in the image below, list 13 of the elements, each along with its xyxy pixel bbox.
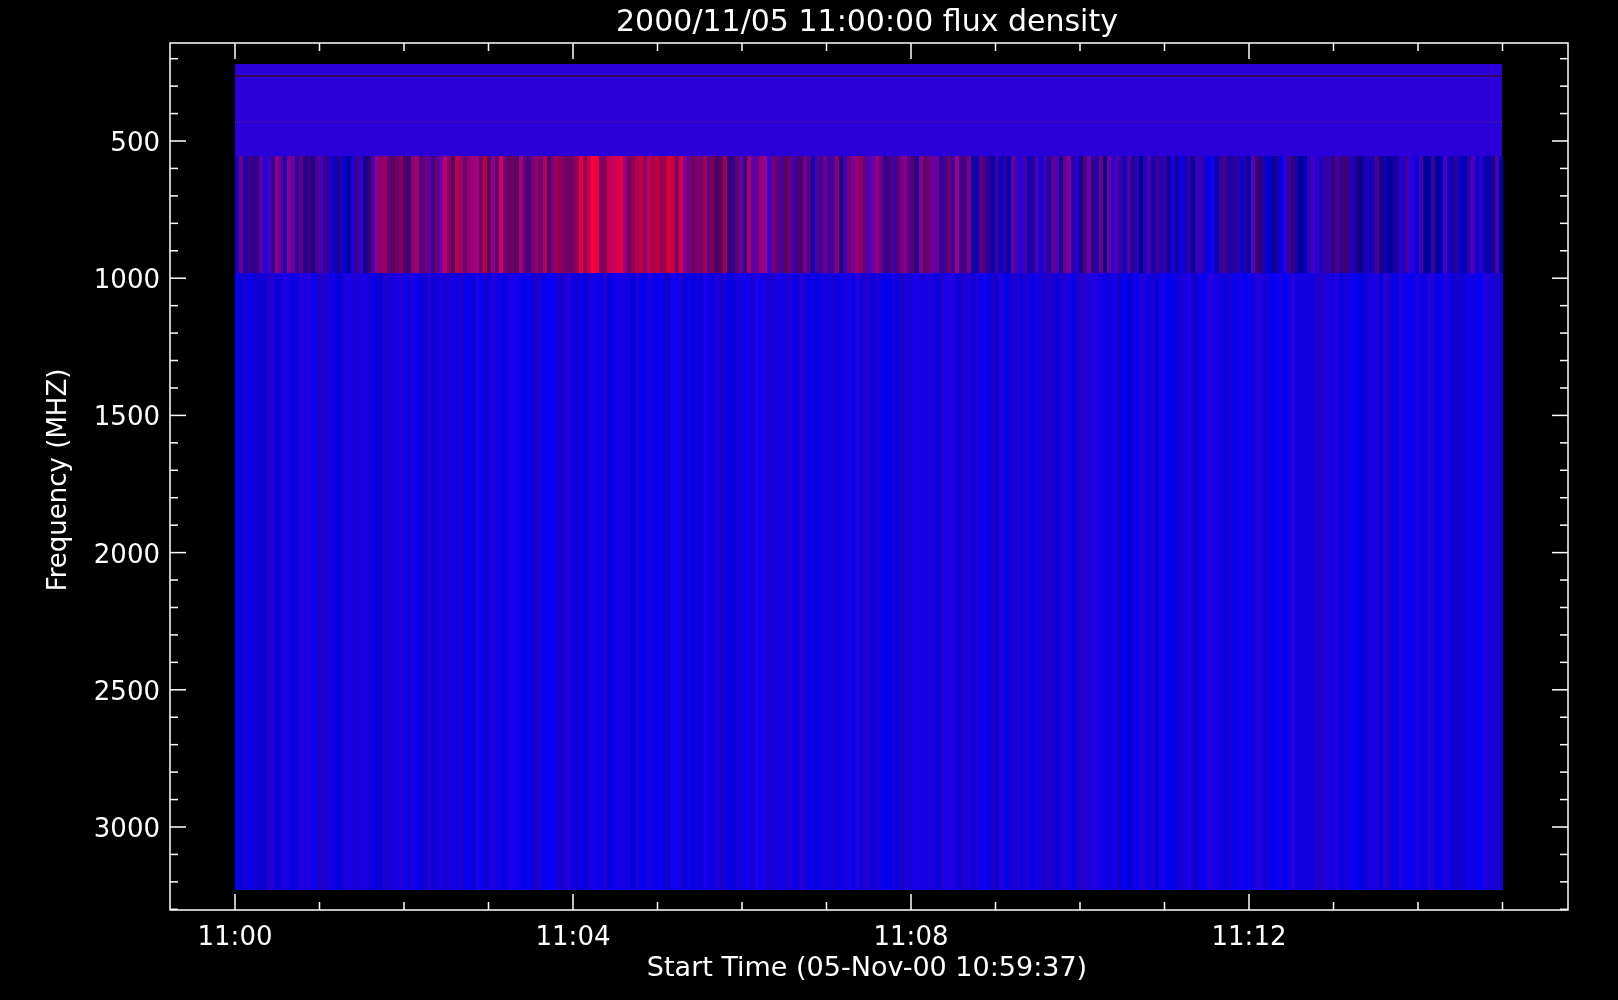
axis-label: Start Time (05-Nov-00 10:59:37) [646, 951, 1088, 982]
tick-label: 3000 [93, 813, 160, 843]
tick-label: 11:00 [197, 921, 273, 951]
tick-label: 2500 [93, 675, 160, 706]
axis-label: Frequency (MHZ) [42, 368, 72, 592]
tick-label: 11:04 [535, 921, 611, 951]
tick-label: 11:08 [873, 921, 949, 951]
tick-label: 1500 [93, 401, 160, 432]
plot-title: 2000/11/05 11:00:00 flux density [616, 3, 1118, 38]
tick-label: 1000 [93, 264, 160, 295]
tick-label: 2000 [93, 538, 160, 569]
tick-label: 11:12 [1211, 921, 1287, 951]
tick-label: 500 [110, 127, 160, 157]
